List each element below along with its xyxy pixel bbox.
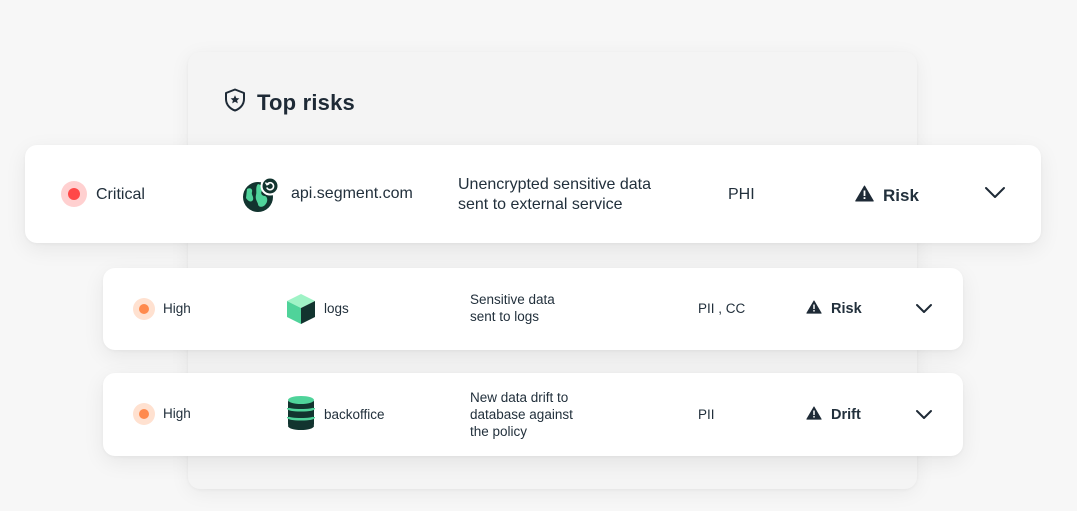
severity-indicator [61,181,87,207]
database-icon [286,395,316,436]
risk-description: Sensitive data sent to logs [470,292,555,324]
asset-name: api.segment.com [291,185,413,202]
risk-type: Drift [806,406,861,424]
risk-row[interactable]: High logs Sensitive data sent to logs PI… [103,268,963,350]
warning-icon [855,185,874,207]
severity-indicator [133,403,155,425]
page-title: Top risks [257,89,355,115]
risk-type: Risk [806,300,862,318]
severity-label: Critical [96,186,145,203]
severity-label: High [163,301,191,316]
panel-header: Top risks [224,88,355,117]
cube-icon [286,293,316,330]
warning-icon [806,300,822,318]
risk-type: Risk [855,185,919,207]
asset-name: logs [324,301,349,316]
data-types: PII , CC [698,301,746,316]
asset-name: backoffice [324,407,385,422]
risk-row[interactable]: Critical api.segment.com Unencrypted sen… [25,145,1041,243]
chevron-down-icon[interactable] [915,409,933,421]
risk-description: New data drift to database against the p… [470,390,573,439]
severity-label: High [163,406,191,421]
risk-row[interactable]: High backoffice New data drift to databa… [103,373,963,456]
shield-star-icon [224,88,246,117]
data-types: PII [698,407,715,422]
data-types: PHI [728,186,755,203]
chevron-down-icon[interactable] [915,303,933,315]
severity-indicator [133,298,155,320]
globe-icon [241,176,281,219]
risk-description: Unencrypted sensitive data sent to exter… [458,176,651,213]
warning-icon [806,406,822,424]
chevron-down-icon[interactable] [984,186,1006,200]
